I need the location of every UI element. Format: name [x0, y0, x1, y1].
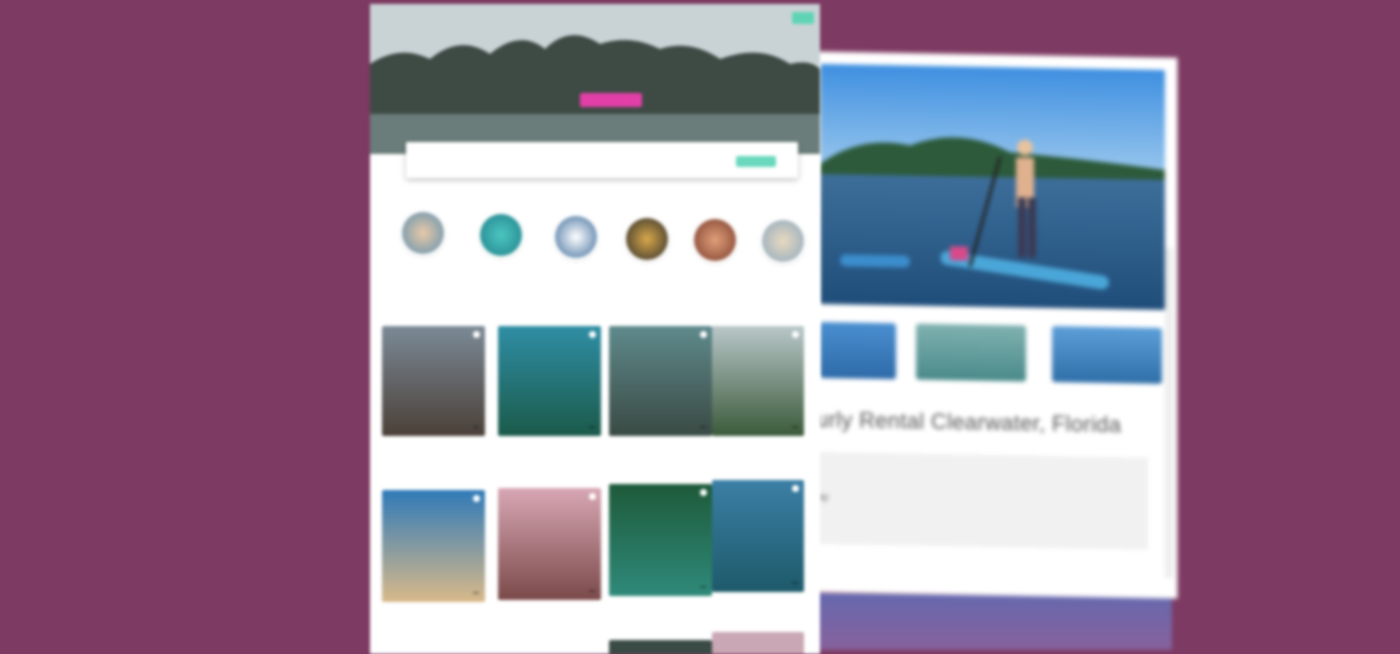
listing-detail-window: urly Rental Clearwater, Florida ay [812, 51, 1177, 599]
listing-card[interactable] [609, 326, 712, 436]
favorite-icon[interactable] [700, 331, 707, 338]
listing-title: urly Rental Clearwater, Florida [816, 406, 1122, 438]
favorite-icon[interactable] [473, 495, 480, 502]
listing-hero-image[interactable] [820, 63, 1165, 310]
card-price [700, 426, 706, 428]
listing-card[interactable] [609, 484, 712, 596]
listing-card[interactable] [712, 632, 804, 654]
card-price [473, 426, 479, 428]
card-price [589, 590, 595, 592]
signup-button[interactable] [792, 12, 814, 24]
card-price [792, 582, 798, 584]
listing-info-panel: ay [812, 451, 1148, 550]
hero-cta-button[interactable] [580, 93, 642, 107]
card-price [700, 586, 706, 588]
thumbnail-3[interactable] [1052, 326, 1162, 384]
thumbnail-2[interactable] [916, 323, 1026, 382]
hero-banner [370, 4, 820, 154]
collection-4[interactable] [626, 218, 668, 260]
listing-card[interactable] [609, 640, 712, 654]
search-button[interactable] [736, 156, 776, 167]
listing-thumbnails [820, 321, 1165, 384]
search-bar [406, 142, 798, 178]
collection-3[interactable] [555, 216, 597, 258]
favorite-icon[interactable] [700, 489, 707, 496]
thumbnail-1[interactable] [820, 321, 896, 380]
favorite-icon[interactable] [589, 493, 596, 500]
listing-card[interactable] [382, 326, 485, 436]
favorite-icon[interactable] [792, 485, 799, 492]
favorite-icon[interactable] [589, 331, 596, 338]
card-price [792, 426, 798, 428]
favorite-icon[interactable] [792, 331, 799, 338]
listing-card[interactable] [712, 480, 804, 592]
marketplace-home-window [370, 4, 820, 654]
listing-card[interactable] [712, 326, 804, 436]
listing-card[interactable] [498, 326, 601, 436]
card-price [473, 592, 479, 594]
collection-6[interactable] [762, 220, 804, 262]
window-reflection [812, 592, 1172, 650]
collection-1[interactable] [402, 212, 444, 254]
listing-card[interactable] [498, 488, 601, 600]
collection-2[interactable] [480, 214, 522, 256]
collection-5[interactable] [694, 219, 736, 261]
listing-card[interactable] [382, 490, 485, 602]
favorite-icon[interactable] [473, 331, 480, 338]
card-price [589, 426, 595, 428]
scrollbar[interactable] [1165, 247, 1173, 579]
